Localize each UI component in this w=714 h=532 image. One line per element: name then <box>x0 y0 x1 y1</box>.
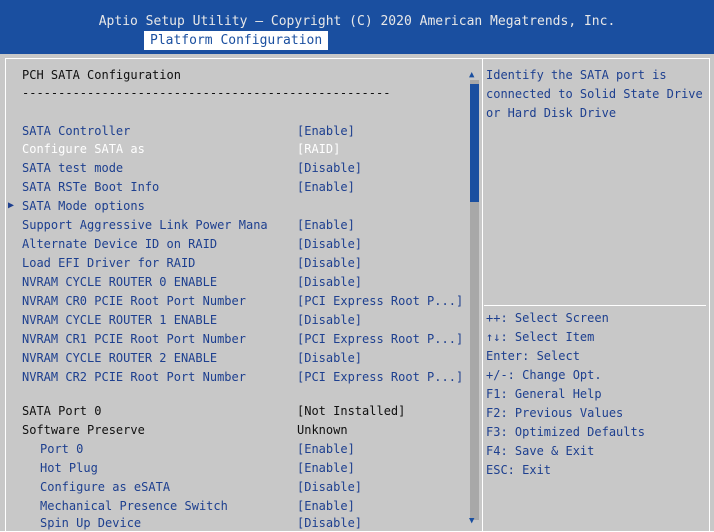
key-previous-values: F2: Previous Values <box>486 406 624 420</box>
setting-value-spin-up-device[interactable]: [Disable] <box>297 514 362 532</box>
setting-value-port-0[interactable]: [Enable] <box>297 440 355 458</box>
help-line-2: connected to Solid State Drive <box>486 87 703 101</box>
setting-label-spin-up-device[interactable]: Spin Up Device <box>40 514 141 532</box>
setting-value-mechanical-presence-switch[interactable]: [Enable] <box>297 497 355 515</box>
setting-value-alternate-device-id[interactable]: [Disable] <box>297 235 362 253</box>
setting-label-hot-plug[interactable]: Hot Plug <box>40 459 98 477</box>
setting-label-nvram-cycle-router-2[interactable]: NVRAM CYCLE ROUTER 2 ENABLE <box>22 349 217 367</box>
help-line-1: Identify the SATA port is <box>486 68 667 82</box>
setting-label-nvram-cr0-pcie[interactable]: NVRAM CR0 PCIE Root Port Number <box>22 292 246 310</box>
setting-value-nvram-cr2-pcie[interactable]: [PCI Express Root P...] <box>297 368 463 386</box>
header-bar: Aptio Setup Utility – Copyright (C) 2020… <box>0 0 714 54</box>
key-enter-select: Enter: Select <box>486 349 580 363</box>
software-preserve-value: Unknown <box>297 423 348 437</box>
triangle-down-icon[interactable]: ▼ <box>469 516 474 526</box>
setting-label-configure-esata[interactable]: Configure as eSATA <box>40 478 170 496</box>
sata-port-0-status: [Not Installed] <box>297 404 406 418</box>
section-title: PCH SATA Configuration <box>22 68 181 82</box>
key-change-opt: +/-: Change Opt. <box>486 368 602 382</box>
setting-label-port-0[interactable]: Port 0 <box>40 440 83 458</box>
key-general-help: F1: General Help <box>486 387 602 401</box>
scrollbar-thumb[interactable] <box>470 84 479 202</box>
setting-label-sata-rste-boot-info[interactable]: SATA RSTe Boot Info <box>22 178 159 196</box>
setting-label-alternate-device-id[interactable]: Alternate Device ID on RAID <box>22 235 217 253</box>
setting-value-nvram-cycle-router-2[interactable]: [Disable] <box>297 349 362 367</box>
key-save-exit: F4: Save & Exit <box>486 444 595 458</box>
setting-label-nvram-cycle-router-0[interactable]: NVRAM CYCLE ROUTER 0 ENABLE <box>22 273 217 291</box>
setting-label-sata-test-mode[interactable]: SATA test mode <box>22 159 123 177</box>
help-line-3: or Hard Disk Drive <box>486 106 617 120</box>
setting-label-aggressive-link-power[interactable]: Support Aggressive Link Power Mana <box>22 216 268 234</box>
setting-value-sata-rste-boot-info[interactable]: [Enable] <box>297 178 355 196</box>
setting-label-configure-sata-as[interactable]: Configure SATA as <box>22 140 145 158</box>
setting-value-load-efi-driver[interactable]: [Disable] <box>297 254 362 272</box>
setting-label-sata-controller[interactable]: SATA Controller <box>22 122 130 140</box>
setting-value-aggressive-link-power[interactable]: [Enable] <box>297 216 355 234</box>
setting-value-hot-plug[interactable]: [Enable] <box>297 459 355 477</box>
app-title: Aptio Setup Utility – Copyright (C) 2020… <box>98 14 616 29</box>
key-select-item: ↑↓: Select Item <box>486 330 595 344</box>
setting-value-nvram-cr1-pcie[interactable]: [PCI Express Root P...] <box>297 330 463 348</box>
section-divider: ----------------------------------------… <box>22 86 392 100</box>
setting-value-nvram-cycle-router-1[interactable]: [Disable] <box>297 311 362 329</box>
setting-value-configure-esata[interactable]: [Disable] <box>297 478 362 496</box>
sata-port-0-title: SATA Port 0 <box>22 404 102 418</box>
triangle-up-icon[interactable]: ▲ <box>469 70 474 80</box>
key-optimized-defaults: F3: Optimized Defaults <box>486 425 645 439</box>
setting-value-sata-controller[interactable]: [Enable] <box>297 122 355 140</box>
bios-screen: Aptio Setup Utility – Copyright (C) 2020… <box>0 0 714 531</box>
key-select-screen: ++: Select Screen <box>486 311 609 325</box>
help-divider <box>484 305 706 306</box>
setting-label-load-efi-driver[interactable]: Load EFI Driver for RAID <box>22 254 195 272</box>
setting-label-mechanical-presence-switch[interactable]: Mechanical Presence Switch <box>40 497 228 515</box>
setting-value-configure-sata-as[interactable]: [RAID] <box>297 140 340 158</box>
key-esc-exit: ESC: Exit <box>486 463 552 477</box>
setting-value-sata-test-mode[interactable]: [Disable] <box>297 159 362 177</box>
setting-label-nvram-cr1-pcie[interactable]: NVRAM CR1 PCIE Root Port Number <box>22 330 246 348</box>
submenu-sata-mode-options[interactable]: SATA Mode options <box>22 197 145 215</box>
software-preserve-label: Software Preserve <box>22 423 145 437</box>
setting-value-nvram-cycle-router-0[interactable]: [Disable] <box>297 273 362 291</box>
triangle-right-icon: ▶ <box>8 200 15 211</box>
tab-platform-configuration[interactable]: Platform Configuration <box>144 31 329 50</box>
setting-value-nvram-cr0-pcie[interactable]: [PCI Express Root P...] <box>297 292 463 310</box>
setting-label-nvram-cr2-pcie[interactable]: NVRAM CR2 PCIE Root Port Number <box>22 368 246 386</box>
setting-label-nvram-cycle-router-1[interactable]: NVRAM CYCLE ROUTER 1 ENABLE <box>22 311 217 329</box>
